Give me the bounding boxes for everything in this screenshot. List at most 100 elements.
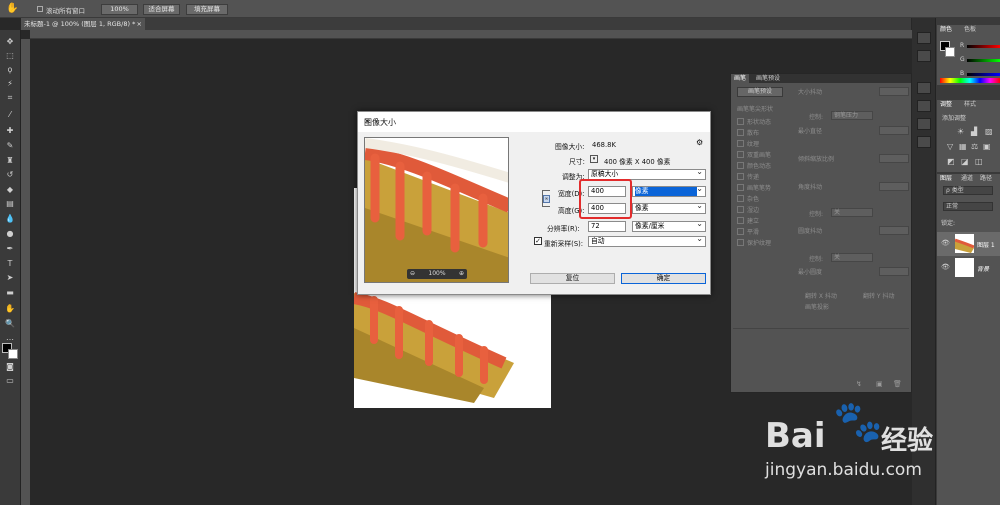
brush-option[interactable]: 形状动态 <box>737 117 771 126</box>
resolution-input[interactable]: 72 <box>588 221 626 232</box>
healing-tool-icon[interactable]: ✚ <box>3 126 17 136</box>
eyedropper-tool-icon[interactable]: ⁄ <box>3 110 17 120</box>
stamp-tool-icon[interactable]: ♜ <box>3 156 17 166</box>
curves-icon[interactable]: ▨ <box>985 127 993 136</box>
brush-option[interactable]: 建立 <box>737 216 759 225</box>
brush-option[interactable]: 杂色 <box>737 194 759 203</box>
balance-icon[interactable]: ⚖ <box>971 142 978 151</box>
shape-tool-icon[interactable]: ▬ <box>3 288 17 298</box>
control-select[interactable]: 关 <box>831 208 873 217</box>
brush-preset-panel-icon[interactable] <box>917 100 931 112</box>
brush-projection[interactable]: 画笔投影 <box>805 302 829 311</box>
brush-presets-button[interactable]: 画笔预设 <box>737 87 783 97</box>
min-roundness-field[interactable] <box>879 267 909 276</box>
reset-button[interactable]: 复位 <box>530 273 615 284</box>
height-unit-select[interactable]: 像素 <box>632 201 706 214</box>
angle-jitter-field[interactable] <box>879 182 909 191</box>
brush-option[interactable]: 颜色动态 <box>737 161 771 170</box>
tab-layers[interactable]: 图层 <box>937 174 956 183</box>
zoom-out-icon[interactable]: ⊖ <box>410 269 415 279</box>
flip-x-jitter[interactable]: 翻转 X 抖动 <box>805 291 837 300</box>
invert-icon[interactable]: ◩ <box>947 157 955 166</box>
min-diameter-field[interactable] <box>879 126 909 135</box>
move-tool-icon[interactable]: ✥ <box>3 37 17 47</box>
tab-paths[interactable]: 路径 <box>977 174 995 183</box>
crop-tool-icon[interactable]: ⌗ <box>3 93 17 103</box>
posterize-icon[interactable]: ◪ <box>961 157 969 166</box>
resample-checkbox[interactable]: ✓ <box>534 237 542 245</box>
lasso-tool-icon[interactable]: ϙ <box>3 65 17 75</box>
flip-y-jitter[interactable]: 翻转 Y 抖动 <box>863 291 894 300</box>
brush-option[interactable]: 湿边 <box>737 205 759 214</box>
brush-option[interactable]: 传递 <box>737 172 759 181</box>
layer-visibility-icon[interactable]: 👁 <box>941 239 950 247</box>
tab-adjustments[interactable]: 调整 <box>937 100 956 109</box>
history-panel-icon[interactable] <box>917 32 931 44</box>
layer-filter-select[interactable]: ρ 类型 <box>943 186 993 195</box>
path-select-tool-icon[interactable]: ➤ <box>3 273 17 283</box>
tilt-scale-field[interactable] <box>879 154 909 163</box>
document-tab-close-icon[interactable]: × <box>137 18 142 30</box>
brightness-icon[interactable]: ☀ <box>957 127 964 136</box>
eraser-tool-icon[interactable]: ◆ <box>3 185 17 195</box>
delete-brush-icon[interactable]: 🗑 <box>893 380 902 388</box>
fit-screen-button[interactable]: 适合屏幕 <box>143 4 180 15</box>
ok-button[interactable]: 确定 <box>621 273 706 284</box>
dimensions-menu-icon[interactable]: ▾ <box>590 155 598 163</box>
bw-icon[interactable]: ▣ <box>983 142 991 151</box>
layer-visibility-icon[interactable]: 👁 <box>941 263 950 271</box>
brush-option[interactable]: 双重画笔 <box>737 150 771 159</box>
levels-icon[interactable]: ▟ <box>971 127 977 136</box>
layer-row[interactable]: 👁 背景 <box>937 256 1000 280</box>
constrain-link-icon[interactable]: ∞ <box>543 195 550 203</box>
tab-color[interactable]: 颜色 <box>937 25 956 34</box>
layer-row[interactable]: 👁 图层 1 <box>937 232 1000 256</box>
marquee-tool-icon[interactable]: ⬚ <box>3 51 17 61</box>
edit-toolbar-icon[interactable]: … <box>3 333 17 343</box>
history-brush-icon[interactable]: ↺ <box>3 170 17 180</box>
quick-mask-icon[interactable]: ◙ <box>3 362 17 372</box>
resample-select[interactable]: 自动 <box>588 234 706 247</box>
background-color-swatch[interactable] <box>8 349 18 359</box>
fill-screen-button[interactable]: 填充屏幕 <box>186 4 228 15</box>
dialog-preview[interactable] <box>364 137 509 283</box>
hand-tool-icon[interactable]: ✋ <box>6 3 18 14</box>
zoom-tool-icon[interactable]: 🔍 <box>3 319 17 329</box>
dodge-tool-icon[interactable]: ● <box>3 229 17 239</box>
size-jitter-field[interactable] <box>879 87 909 96</box>
gradient-tool-icon[interactable]: ▤ <box>3 199 17 209</box>
blur-tool-icon[interactable]: 💧 <box>3 214 17 224</box>
blue-slider[interactable] <box>967 73 1000 76</box>
resolution-unit-select[interactable]: 像素/厘米 <box>632 219 706 232</box>
tab-brush[interactable]: 画笔 <box>731 74 750 83</box>
brush-panel-icon[interactable] <box>917 82 931 94</box>
character-panel-icon[interactable] <box>917 136 931 148</box>
width-unit-select[interactable]: 像素 <box>632 184 706 197</box>
color-spectrum[interactable] <box>940 78 1000 83</box>
brush-option[interactable]: 纹理 <box>737 139 759 148</box>
clone-source-panel-icon[interactable] <box>917 118 931 130</box>
bg-color-chip[interactable] <box>945 47 955 57</box>
brush-tool-icon[interactable]: ✎ <box>3 141 17 151</box>
close-icon[interactable]: ✕ <box>364 117 702 126</box>
properties-panel-icon[interactable] <box>917 50 931 62</box>
tab-styles[interactable]: 样式 <box>961 100 979 109</box>
gear-icon[interactable]: ⚙ <box>696 138 703 147</box>
brush-option[interactable]: 散布 <box>737 128 759 137</box>
red-slider[interactable] <box>967 45 1000 48</box>
tab-swatches[interactable]: 色板 <box>961 25 979 34</box>
blend-mode-select[interactable]: 正常 <box>943 202 993 211</box>
vibrance-icon[interactable]: ▽ <box>947 142 953 151</box>
zoom-in-icon[interactable]: ⊕ <box>459 269 464 279</box>
magic-wand-tool-icon[interactable]: ⚡ <box>3 79 17 89</box>
threshold-icon[interactable]: ◫ <box>975 157 983 166</box>
scroll-all-checkbox[interactable] <box>37 6 43 12</box>
document-tab[interactable]: 未标题-1 @ 100% (图层 1, RGB/8) * × <box>21 18 145 30</box>
tab-channels[interactable]: 通道 <box>958 174 976 183</box>
pen-tool-icon[interactable]: ✒ <box>3 244 17 254</box>
type-tool-icon[interactable]: T <box>3 259 17 269</box>
brush-option[interactable]: 保护纹理 <box>737 238 771 247</box>
hue-icon[interactable]: ▦ <box>959 142 967 151</box>
screen-mode-icon[interactable]: ▭ <box>3 376 17 386</box>
brush-tip-shape-header[interactable]: 画笔笔尖形状 <box>737 104 773 113</box>
